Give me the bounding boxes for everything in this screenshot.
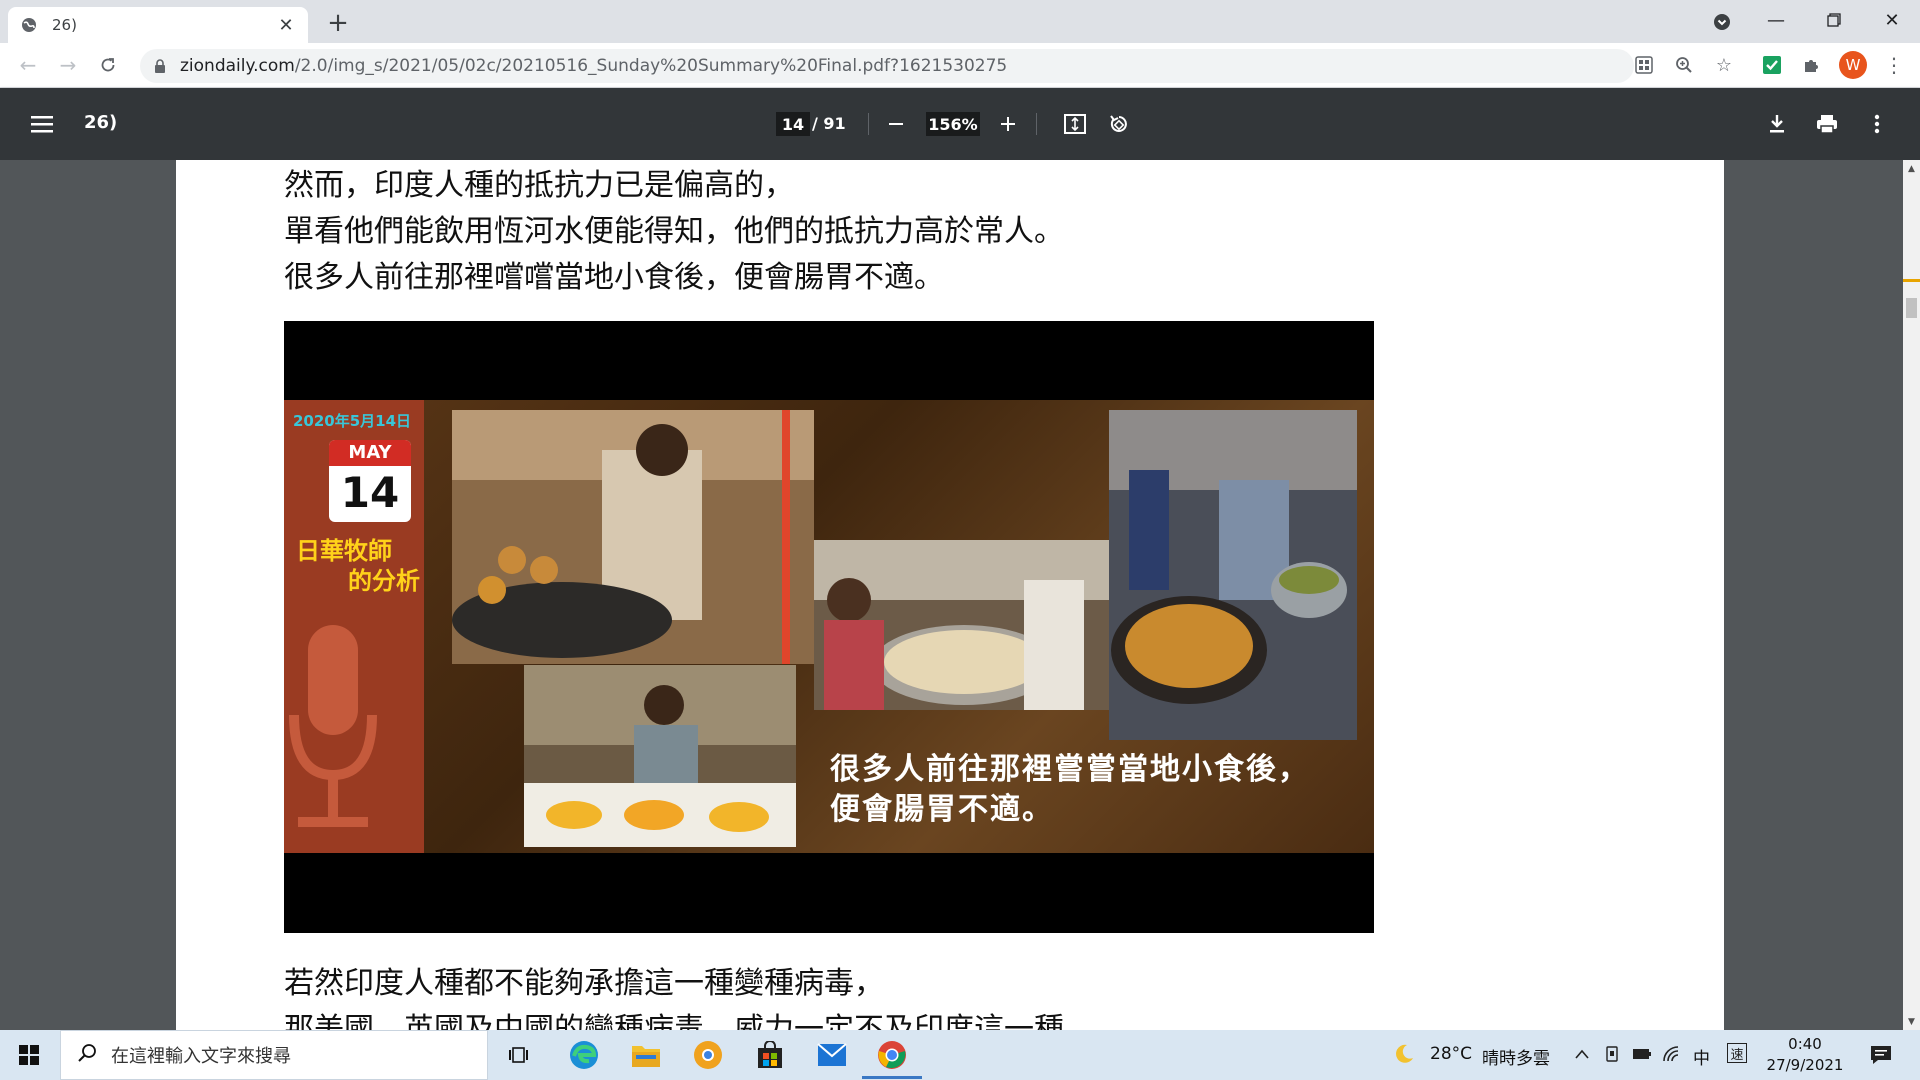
- close-tab-icon[interactable]: ✕: [276, 15, 296, 36]
- zoom-in-button[interactable]: [994, 110, 1022, 138]
- task-view-icon[interactable]: [496, 1035, 544, 1075]
- pdf-viewport[interactable]: 然而，印度人種的抵抗力已是偏高的， 單看他們能飲用恆河水便能得知，他們的抵抗力高…: [0, 160, 1903, 1030]
- store-icon[interactable]: [746, 1035, 794, 1075]
- pdf-title: 26): [84, 112, 118, 133]
- puzzle-extensions-icon[interactable]: [1798, 51, 1826, 79]
- browser-toolbar: ← → ziondaily.com/2.0/img_s/2021/05/02c/…: [0, 43, 1920, 88]
- tab-strip: 26) ✕ + — ✕: [0, 0, 1920, 43]
- tab-title: 26): [52, 16, 77, 34]
- device-icon[interactable]: [1601, 1043, 1623, 1065]
- reload-button[interactable]: [92, 49, 124, 81]
- banner-sidebar: 2020年5月14日 MAY 14 日華牧師 的分析: [284, 400, 424, 853]
- minimize-button[interactable]: —: [1748, 0, 1804, 40]
- clock-date: 27/9/2021: [1766, 1056, 1844, 1074]
- calendar-month: MAY: [329, 440, 411, 466]
- scroll-down-arrow-icon[interactable]: ▼: [1903, 1013, 1920, 1030]
- taskbar-search-input[interactable]: 在這裡輸入文字來搜尋: [60, 1030, 488, 1080]
- translate-icon[interactable]: [1630, 51, 1658, 79]
- heading-line: 日華牧師: [296, 537, 392, 565]
- lock-icon[interactable]: [152, 58, 168, 74]
- search-placeholder: 在這裡輸入文字來搜尋: [111, 1046, 291, 1067]
- toolbar-divider: [1036, 113, 1037, 135]
- edge-browser-icon[interactable]: [560, 1035, 608, 1075]
- embedded-image: 2020年5月14日 MAY 14 日華牧師 的分析 很多人前往那裡嘗嘗當地小食…: [284, 321, 1374, 933]
- hamburger-menu-icon[interactable]: [28, 110, 56, 138]
- weather-temp[interactable]: 28°C: [1430, 1044, 1472, 1064]
- banner-date: 2020年5月14日: [293, 412, 412, 430]
- egg-vendor-photo: [524, 665, 796, 847]
- address-bar[interactable]: ziondaily.com/2.0/img_s/2021/05/02c/2021…: [140, 49, 1634, 83]
- url-text: ziondaily.com/2.0/img_s/2021/05/02c/2021…: [180, 56, 1008, 76]
- back-button[interactable]: ←: [12, 49, 44, 81]
- file-explorer-icon[interactable]: [622, 1035, 670, 1075]
- chrome-menu-icon[interactable]: ⋮: [1880, 51, 1908, 79]
- market-frying-photo: [1109, 410, 1357, 740]
- zoom-icon[interactable]: [1670, 51, 1698, 79]
- rotate-icon[interactable]: [1105, 110, 1133, 138]
- globe-icon: [20, 16, 38, 34]
- weather-description[interactable]: 晴時多雲: [1482, 1044, 1550, 1069]
- active-app-indicator: [862, 1076, 922, 1079]
- tab-search-icon[interactable]: [1709, 9, 1735, 35]
- ime-indicator[interactable]: 中: [1693, 1044, 1710, 1069]
- profile-avatar[interactable]: W: [1839, 51, 1867, 79]
- paragraph-line: 然而，印度人種的抵抗力已是偏高的，: [284, 168, 794, 203]
- bookmark-star-icon[interactable]: ☆: [1710, 51, 1738, 79]
- checkmark-extension-icon[interactable]: [1758, 51, 1786, 79]
- download-icon[interactable]: [1763, 110, 1791, 138]
- fit-to-page-icon[interactable]: [1061, 110, 1089, 138]
- toolbar-divider: [868, 113, 869, 135]
- page-total: / 91: [812, 114, 846, 133]
- microphone-icon: [289, 625, 377, 827]
- forward-button[interactable]: →: [52, 49, 84, 81]
- weather-moon-icon[interactable]: [1393, 1043, 1415, 1065]
- new-tab-button[interactable]: +: [324, 8, 352, 38]
- system-clock[interactable]: 0:40 27/9/2021: [1760, 1034, 1850, 1076]
- banner-heading: 日華牧師 的分析: [296, 536, 420, 596]
- page-number-input[interactable]: 14: [776, 112, 810, 136]
- zoom-level-input[interactable]: 156%: [926, 112, 980, 136]
- pdf-toolbar: 26) 14 / 91 156%: [0, 88, 1920, 160]
- calendar-icon: MAY 14: [329, 440, 411, 522]
- banner-caption: 很多人前往那裡嘗嘗當地小食後， 便會腸胃不適。: [830, 750, 1310, 830]
- chrome-canary-icon[interactable]: [684, 1035, 732, 1075]
- notification-center-icon[interactable]: [1868, 1042, 1894, 1068]
- ime-mode-indicator[interactable]: 速: [1727, 1043, 1747, 1063]
- more-options-icon[interactable]: [1863, 110, 1891, 138]
- close-window-button[interactable]: ✕: [1864, 0, 1920, 40]
- pdf-page: 然而，印度人種的抵抗力已是偏高的， 單看他們能飲用恆河水便能得知，他們的抵抗力高…: [176, 160, 1724, 1030]
- vertical-scrollbar[interactable]: ▲ ▼: [1903, 160, 1920, 1030]
- paragraph-line: 那美國、英國及中國的變種病毒，威力一定不及印度這一種。: [284, 1012, 1094, 1030]
- wifi-icon[interactable]: [1661, 1043, 1683, 1065]
- street-food-vendor-photo: [452, 410, 814, 664]
- mail-icon[interactable]: [808, 1035, 856, 1075]
- heading-line: 的分析: [348, 567, 420, 595]
- chevron-up-icon[interactable]: [1571, 1043, 1593, 1065]
- caption-line: 很多人前往那裡嘗嘗當地小食後，: [830, 752, 1310, 787]
- paragraph-line: 若然印度人種都不能夠承擔這一種變種病毒，: [284, 966, 884, 1001]
- windows-start-icon[interactable]: [0, 1030, 58, 1080]
- paragraph-line: 很多人前往那裡嚐嚐當地小食後，便會腸胃不適。: [284, 260, 944, 295]
- restore-button[interactable]: [1806, 0, 1862, 40]
- zoom-out-button[interactable]: [882, 110, 910, 138]
- chrome-icon[interactable]: [868, 1035, 916, 1075]
- browser-tab[interactable]: 26) ✕: [8, 7, 308, 43]
- calendar-day: 14: [340, 468, 400, 517]
- search-icon: [77, 1043, 97, 1067]
- clock-time: 0:40: [1788, 1035, 1822, 1053]
- scroll-up-arrow-icon[interactable]: ▲: [1903, 160, 1920, 177]
- caption-line: 便會腸胃不適。: [830, 792, 1054, 827]
- paragraph-line: 單看他們能飲用恆河水便能得知，他們的抵抗力高於常人。: [284, 214, 1064, 249]
- windows-taskbar: 在這裡輸入文字來搜尋 28°C 晴時多雲 中 速 0:40 27/9/2021: [0, 1030, 1920, 1080]
- scroll-position-marker: [1903, 279, 1920, 282]
- print-icon[interactable]: [1813, 110, 1841, 138]
- banner-graphic: 2020年5月14日 MAY 14 日華牧師 的分析 很多人前往那裡嘗嘗當地小食…: [284, 400, 1374, 853]
- battery-icon[interactable]: [1631, 1043, 1653, 1065]
- women-cooking-photo: [814, 540, 1109, 710]
- scrollbar-thumb[interactable]: [1906, 298, 1917, 318]
